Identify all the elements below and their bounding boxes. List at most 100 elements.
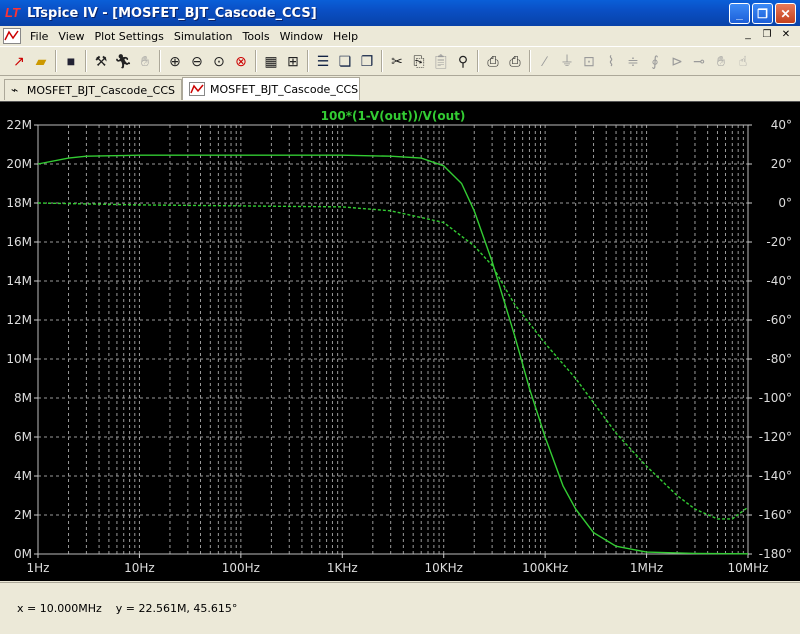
find-icon[interactable]: ⚲	[452, 50, 474, 72]
zoom-in-icon[interactable]: ⊕	[164, 50, 186, 72]
toolbar-separator	[307, 50, 309, 72]
y-right-tick-label: -40°	[766, 274, 792, 288]
y-right-tick-label: 20°	[771, 157, 792, 171]
component-icon[interactable]: ⊸	[688, 50, 710, 72]
zoom-fit-icon[interactable]: ⊙	[208, 50, 230, 72]
tab-waveform[interactable]: MOSFET_BJT_Cascode_CCS	[182, 77, 360, 100]
waveform-window-icon[interactable]	[3, 28, 21, 44]
resistor-icon[interactable]: ⌇	[600, 50, 622, 72]
document-tabs: ⌁ MOSFET_BJT_Cascode_CCS MOSFET_BJT_Casc…	[0, 77, 800, 101]
move-icon[interactable]: ✋︎	[710, 50, 732, 72]
waveform-plot-pane[interactable]: 1Hz 10Hz 100Hz 1KHz 10KHz 100KHz 1MHz 10MHz 0M 2M…	[0, 101, 800, 581]
y-left-tick-label: 8M	[14, 391, 32, 405]
waveform-icon	[189, 82, 205, 96]
y-right-tick-label: -120°	[759, 430, 792, 444]
tab-schematic[interactable]: ⌁ MOSFET_BJT_Cascode_CCS	[4, 79, 182, 100]
y-right-tick-label: -20°	[766, 235, 792, 249]
close-all-icon[interactable]: ❐	[356, 50, 378, 72]
mdi-minimize-button[interactable]: _	[740, 28, 756, 42]
control-panel-icon[interactable]: ⚒	[90, 50, 112, 72]
y-left-tick-label: 10M	[6, 352, 32, 366]
tab-label: MOSFET_BJT_Cascode_CCS	[26, 83, 175, 97]
y-left-tick-label: 16M	[6, 235, 32, 249]
y-right-tick-label: -140°	[759, 469, 792, 483]
window-title: LTspice IV - [MOSFET_BJT_Cascode_CCS]	[27, 5, 317, 21]
menu-window[interactable]: Window	[275, 30, 328, 43]
toolbar-separator	[477, 50, 479, 72]
toolbar: ↗ ▰ ■ ⚒ 🏃︎ ✋︎ ⊕ ⊖ ⊙ ⊗ ▦ ⊞ ☰ ❏ ❐ ✂ ⎘ 📋︎ ⚲…	[0, 46, 800, 76]
menu-tools[interactable]: Tools	[237, 30, 274, 43]
menu-plot-settings[interactable]: Plot Settings	[90, 30, 169, 43]
zoom-cancel-icon[interactable]: ⊗	[230, 50, 252, 72]
cascade-icon[interactable]: ❏	[334, 50, 356, 72]
drag-icon[interactable]: ☝︎	[732, 50, 754, 72]
y-right-tick-label: -80°	[766, 352, 792, 366]
zoom-out-icon[interactable]: ⊖	[186, 50, 208, 72]
copy-icon[interactable]: ⎘	[408, 50, 430, 72]
ground-icon[interactable]: ⏚	[556, 50, 578, 72]
menu-file[interactable]: File	[25, 30, 53, 43]
cursor-readout: x = 10.000MHz y = 22.561M, 45.615°	[17, 602, 238, 615]
x-tick-label: 100KHz	[522, 561, 568, 575]
y-left-tick-label: 14M	[6, 274, 32, 288]
mdi-close-button[interactable]: ✕	[778, 28, 794, 42]
toolbar-separator	[255, 50, 257, 72]
run-icon[interactable]: 🏃︎	[112, 50, 134, 72]
wire-icon[interactable]: ∕	[534, 50, 556, 72]
y-left-tick-label: 22M	[6, 118, 32, 132]
menu-simulation[interactable]: Simulation	[169, 30, 238, 43]
title-bar[interactable]: LT LTspice IV - [MOSFET_BJT_Cascode_CCS]…	[0, 0, 800, 26]
mdi-restore-button[interactable]: ❐	[759, 28, 775, 42]
waveform-plot[interactable]: 1Hz 10Hz 100Hz 1KHz 10KHz 100KHz 1MHz 10MHz 0M 2M…	[0, 102, 800, 582]
y-right-tick-label: -160°	[759, 508, 792, 522]
x-tick-label: 1Hz	[27, 561, 50, 575]
diode-icon[interactable]: ⊳	[666, 50, 688, 72]
y-left-tick-label: 12M	[6, 313, 32, 327]
menu-view[interactable]: View	[53, 30, 89, 43]
y-right-tick-label: -100°	[759, 391, 792, 405]
tab-label: MOSFET_BJT_Cascode_CCS	[210, 82, 359, 96]
x-tick-label: 10MHz	[728, 561, 769, 575]
menu-bar: File View Plot Settings Simulation Tools…	[0, 26, 800, 46]
schematic-icon: ⌁	[11, 83, 19, 97]
close-button[interactable]: ✕	[775, 3, 796, 24]
cut-icon[interactable]: ✂	[386, 50, 408, 72]
inductor-icon[interactable]: ∮	[644, 50, 666, 72]
y-left-tick-label: 18M	[6, 196, 32, 210]
paste-icon[interactable]: 📋︎	[430, 50, 452, 72]
pan-icon[interactable]: ⊞	[282, 50, 304, 72]
x-tick-label: 100Hz	[222, 561, 260, 575]
toolbar-separator	[529, 50, 531, 72]
y-right-tick-label: -60°	[766, 313, 792, 327]
minimize-button[interactable]: _	[729, 3, 750, 24]
x-tick-label: 1MHz	[630, 561, 663, 575]
print-preview-icon[interactable]: ⎙	[504, 50, 526, 72]
halt-icon[interactable]: ✋︎	[134, 50, 156, 72]
x-tick-label: 10KHz	[424, 561, 462, 575]
trace-title[interactable]: 100*(1-V(out))/V(out)	[321, 109, 466, 123]
toolbar-separator	[381, 50, 383, 72]
maximize-button[interactable]: ❐	[752, 3, 773, 24]
tile-horizontal-icon[interactable]: ☰	[312, 50, 334, 72]
autorange-icon[interactable]: ▦	[260, 50, 282, 72]
open-icon[interactable]: ▰	[30, 50, 52, 72]
menu-help[interactable]: Help	[328, 30, 363, 43]
capacitor-icon[interactable]: ≑	[622, 50, 644, 72]
new-schematic-icon[interactable]: ↗	[8, 50, 30, 72]
y-right-tick-label: 0°	[778, 196, 792, 210]
y-left-tick-label: 6M	[14, 430, 32, 444]
y-left-tick-label: 0M	[14, 547, 32, 561]
ltspice-window: LT LTspice IV - [MOSFET_BJT_Cascode_CCS]…	[0, 0, 800, 615]
x-tick-label: 1KHz	[327, 561, 358, 575]
y-left-tick-label: 2M	[14, 508, 32, 522]
label-icon[interactable]: ⊡	[578, 50, 600, 72]
print-icon[interactable]: ⎙	[482, 50, 504, 72]
y-left-tick-label: 4M	[14, 469, 32, 483]
y-left-tick-label: 20M	[6, 157, 32, 171]
y-right-tick-label: 40°	[771, 118, 792, 132]
plot-frame	[37, 124, 749, 555]
status-bar: x = 10.000MHz y = 22.561M, 45.615°	[0, 582, 800, 615]
y-right-tick-label: -180°	[759, 547, 792, 561]
x-tick-label: 10Hz	[124, 561, 155, 575]
save-icon[interactable]: ■	[60, 50, 82, 72]
